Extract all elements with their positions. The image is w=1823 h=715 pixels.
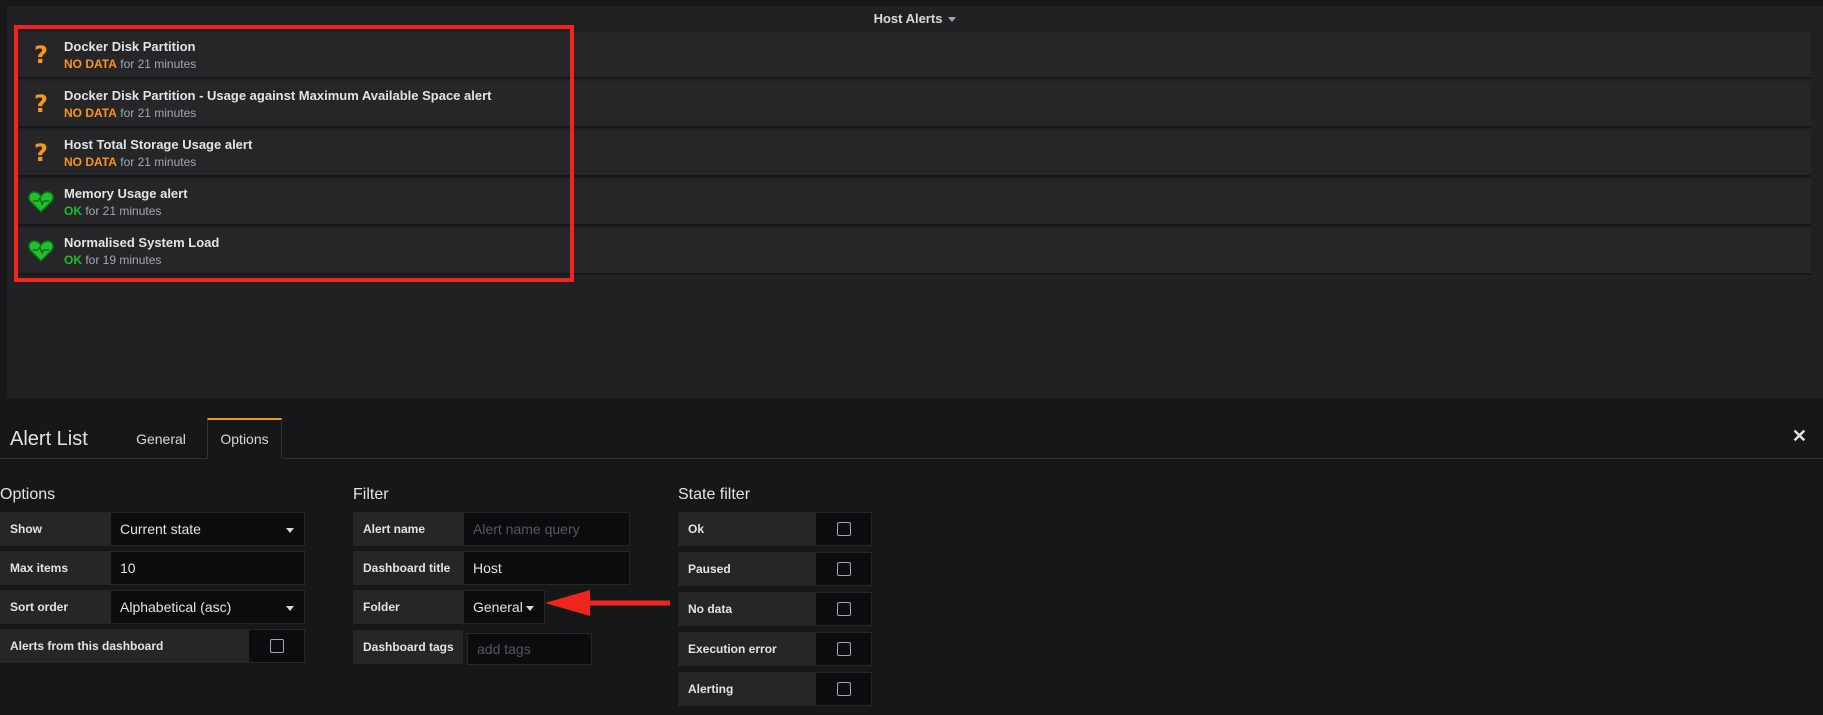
editor-title: Alert List bbox=[10, 428, 88, 450]
checkbox-icon[interactable] bbox=[836, 642, 851, 656]
state-ok-label: Ok bbox=[678, 512, 815, 546]
sort-order-label: Sort order bbox=[0, 590, 110, 624]
panel-title[interactable]: Host Alerts bbox=[7, 11, 1823, 26]
dashboard-title-input[interactable]: Host bbox=[463, 551, 630, 585]
filter-heading: Filter bbox=[353, 486, 389, 503]
checkbox-icon[interactable] bbox=[836, 522, 851, 536]
alerts-from-dashboard-checkbox[interactable] bbox=[248, 629, 305, 663]
folder-label: Folder bbox=[353, 590, 463, 624]
checkbox-icon[interactable] bbox=[836, 562, 851, 576]
tab-options[interactable]: Options bbox=[207, 418, 282, 459]
sort-order-value: Alphabetical (asc) bbox=[120, 599, 232, 615]
show-label: Show bbox=[0, 512, 110, 546]
max-items-input[interactable]: 10 bbox=[110, 551, 305, 585]
state-alerting-label: Alerting bbox=[678, 672, 815, 706]
dashboard-title-label: Dashboard title bbox=[353, 551, 463, 585]
options-heading: Options bbox=[0, 486, 56, 503]
state-execution-error-checkbox[interactable] bbox=[815, 632, 872, 666]
state-ok-checkbox[interactable] bbox=[815, 512, 872, 546]
dashboard-tags-label: Dashboard tags bbox=[353, 630, 463, 664]
chevron-down-icon bbox=[526, 606, 534, 611]
state-no-data-label: No data bbox=[678, 592, 815, 626]
state-no-data-checkbox[interactable] bbox=[815, 592, 872, 626]
chevron-down-icon[interactable] bbox=[948, 17, 957, 23]
alerts-from-dashboard-label: Alerts from this dashboard bbox=[0, 629, 248, 663]
state-alerting-checkbox[interactable] bbox=[815, 672, 872, 706]
chevron-down-icon bbox=[286, 528, 294, 533]
annotation-highlight-box bbox=[14, 25, 574, 282]
annotation-arrow bbox=[545, 590, 670, 616]
checkbox-icon[interactable] bbox=[836, 602, 851, 616]
panel-editor: Alert List General Options ✕ Options Sho… bbox=[0, 398, 1823, 715]
checkbox-icon[interactable] bbox=[269, 639, 284, 653]
state-filter-heading: State filter bbox=[678, 486, 751, 503]
state-execution-error-label: Execution error bbox=[678, 632, 815, 666]
folder-value: General bbox=[473, 599, 523, 615]
state-paused-checkbox[interactable] bbox=[815, 552, 872, 586]
close-icon[interactable]: ✕ bbox=[1792, 426, 1807, 447]
show-select[interactable]: Current state bbox=[110, 512, 305, 546]
alert-name-label: Alert name bbox=[353, 512, 463, 546]
dashboard-tags-input[interactable]: add tags bbox=[467, 633, 592, 665]
folder-select[interactable]: General bbox=[463, 590, 545, 624]
checkbox-icon[interactable] bbox=[836, 682, 851, 696]
chevron-down-icon bbox=[286, 606, 294, 611]
state-paused-label: Paused bbox=[678, 552, 815, 586]
alert-name-input[interactable]: Alert name query bbox=[463, 512, 630, 546]
panel-title-text[interactable]: Host Alerts bbox=[874, 11, 943, 26]
tab-general[interactable]: General bbox=[120, 418, 202, 459]
show-select-value: Current state bbox=[120, 521, 201, 537]
sort-order-select[interactable]: Alphabetical (asc) bbox=[110, 590, 305, 624]
max-items-label: Max items bbox=[0, 551, 110, 585]
